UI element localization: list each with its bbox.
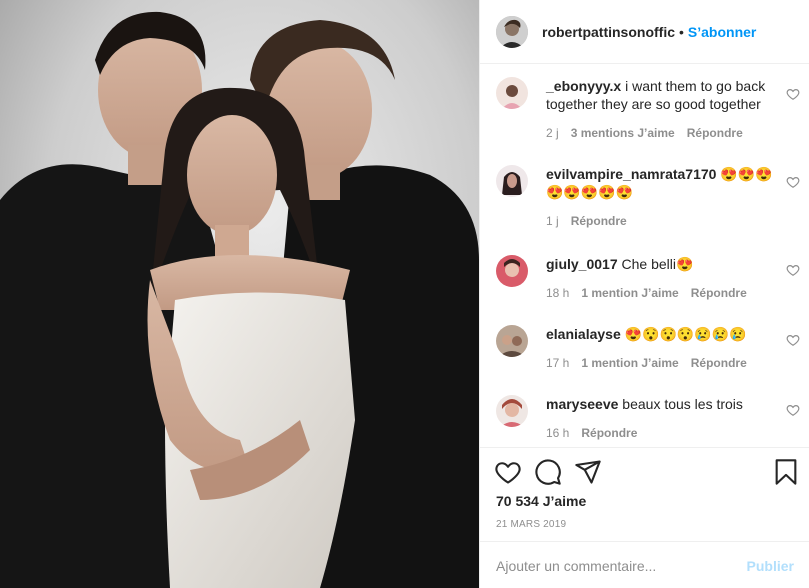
comment-like-heart-icon[interactable]	[786, 87, 800, 101]
commenter-avatar[interactable]	[496, 255, 528, 287]
reply-button[interactable]: Répondre	[691, 356, 747, 370]
commenter-avatar[interactable]	[496, 395, 528, 427]
commenter-avatar[interactable]	[496, 325, 528, 357]
share-icon[interactable]	[574, 458, 602, 486]
comment-likes-count[interactable]: 3 mentions J’aime	[571, 126, 675, 140]
comment-time[interactable]: 18 h	[546, 286, 569, 300]
comment-icon[interactable]	[534, 458, 562, 486]
comment-text-block: evilvampire_namrata7170 😍😍😍😍😍😍😍😍	[546, 165, 786, 201]
post-actions: 70 534 J’aime 21 MARS 2019 Publier	[480, 447, 809, 588]
reply-button[interactable]: Répondre	[687, 126, 743, 140]
reply-button[interactable]: Répondre	[571, 214, 627, 228]
commenter-username[interactable]: evilvampire_namrata7170	[546, 166, 716, 182]
commenter-username[interactable]: elanialayse	[546, 326, 621, 342]
comment-like-heart-icon[interactable]	[786, 403, 800, 417]
comment-item: elanialayse 😍😯😯😯😢😢😢 17 h 1 mention J’aim…	[496, 325, 806, 375]
comment-text-block: elanialayse 😍😯😯😯😢😢😢	[546, 325, 786, 343]
author-avatar[interactable]	[496, 15, 528, 48]
commenter-username[interactable]: _ebonyyy.x	[546, 78, 621, 94]
add-comment-bar: Publier	[480, 541, 809, 588]
author-username[interactable]: robertpattinsonoffic	[542, 24, 675, 40]
comment-text-block: _ebonyyy.x i want them to go back togeth…	[546, 77, 786, 113]
reply-button[interactable]: Répondre	[581, 426, 637, 440]
publish-button[interactable]: Publier	[747, 558, 794, 574]
comment-text-block: giuly_0017 Che belli😍	[546, 255, 786, 273]
comment-time[interactable]: 17 h	[546, 356, 569, 370]
comment-time[interactable]: 16 h	[546, 426, 569, 440]
comment-meta: 2 j 3 mentions J’aime Répondre	[546, 126, 743, 140]
bookmark-icon[interactable]	[772, 458, 800, 486]
post-side-panel: robertpattinsonoffic • S’abonner _ebonyy…	[479, 0, 809, 588]
comment-meta: 16 h Répondre	[546, 426, 637, 440]
commenter-avatar[interactable]	[496, 165, 528, 197]
comment-time[interactable]: 1 j	[546, 214, 559, 228]
post-header: robertpattinsonoffic • S’abonner	[480, 0, 809, 64]
commenter-avatar[interactable]	[496, 77, 528, 109]
comment-list[interactable]: _ebonyyy.x i want them to go back togeth…	[480, 65, 809, 447]
comment-text: 😍😯😯😯😢😢😢	[624, 326, 747, 342]
heart-icon[interactable]	[494, 458, 522, 486]
reply-button[interactable]: Répondre	[691, 286, 747, 300]
comment-item: _ebonyyy.x i want them to go back togeth…	[496, 77, 806, 155]
comment-item: evilvampire_namrata7170 😍😍😍😍😍😍😍😍 1 j Rép…	[496, 165, 806, 235]
comment-text: Che belli😍	[621, 256, 694, 272]
comment-like-heart-icon[interactable]	[786, 175, 800, 189]
post-photo[interactable]	[0, 0, 479, 588]
comment-meta: 1 j Répondre	[546, 214, 627, 228]
comment-time[interactable]: 2 j	[546, 126, 559, 140]
comment-like-heart-icon[interactable]	[786, 333, 800, 347]
comment-meta: 17 h 1 mention J’aime Répondre	[546, 356, 747, 370]
comment-item: giuly_0017 Che belli😍 18 h 1 mention J’a…	[496, 255, 806, 305]
commenter-username[interactable]: maryseeve	[546, 396, 618, 412]
comment-likes-count[interactable]: 1 mention J’aime	[581, 286, 678, 300]
comment-like-heart-icon[interactable]	[786, 263, 800, 277]
comment-text: beaux tous les trois	[622, 396, 743, 412]
comment-input[interactable]	[496, 557, 747, 574]
comment-meta: 18 h 1 mention J’aime Répondre	[546, 286, 747, 300]
comment-item: maryseeve beaux tous les trois 16 h Répo…	[496, 395, 806, 445]
post-date[interactable]: 21 MARS 2019	[496, 519, 566, 530]
post-likes-count[interactable]: 70 534 J’aime	[496, 493, 586, 509]
commenter-username[interactable]: giuly_0017	[546, 256, 618, 272]
comment-likes-count[interactable]: 1 mention J’aime	[581, 356, 678, 370]
header-separator: •	[679, 23, 684, 40]
comment-text-block: maryseeve beaux tous les trois	[546, 395, 786, 413]
follow-button[interactable]: S’abonner	[688, 24, 756, 40]
